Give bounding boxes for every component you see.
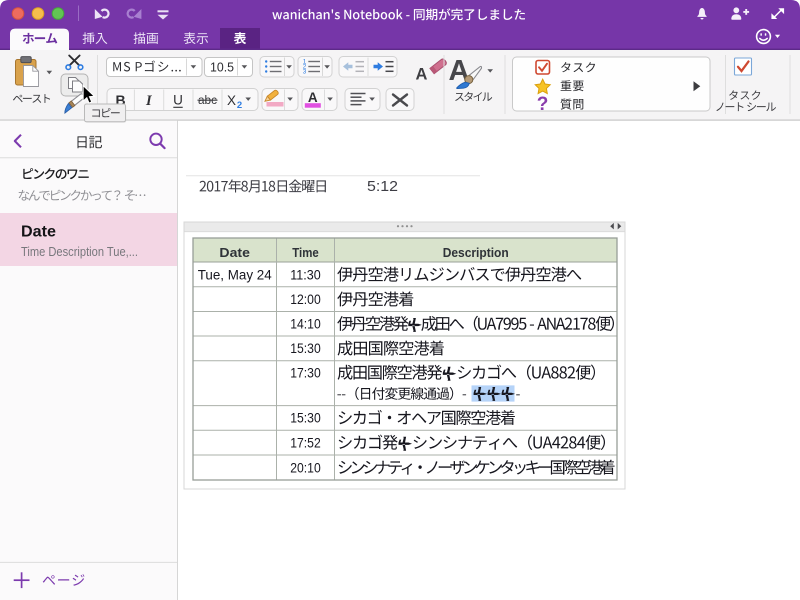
svg-text:A: A <box>308 90 318 105</box>
svg-text:14:10: 14:10 <box>290 317 321 332</box>
svg-text:15:30: 15:30 <box>290 341 321 356</box>
svg-text:Description: Description <box>443 245 509 260</box>
svg-text:A: A <box>416 66 428 84</box>
svg-text:2: 2 <box>237 100 242 111</box>
svg-text:abc: abc <box>198 95 217 107</box>
svg-text:11:30: 11:30 <box>290 267 321 282</box>
svg-text:5:12: 5:12 <box>367 179 398 195</box>
svg-text:?: ? <box>537 94 549 115</box>
svg-text:20:10: 20:10 <box>290 460 321 475</box>
svg-text:Time Description Tue,...: Time Description Tue,... <box>21 244 138 259</box>
svg-text:U: U <box>173 93 183 108</box>
svg-text:17:52: 17:52 <box>290 435 321 450</box>
svg-text:Time: Time <box>292 245 319 260</box>
svg-text:15:30: 15:30 <box>290 411 321 426</box>
svg-text:Tue, May 24: Tue, May 24 <box>198 267 272 282</box>
svg-text:Date: Date <box>21 224 56 241</box>
svg-text:Date: Date <box>219 245 250 260</box>
svg-text:X: X <box>227 93 236 108</box>
svg-text:3: 3 <box>303 69 307 76</box>
svg-text:10.5: 10.5 <box>210 60 234 74</box>
svg-text:12:00: 12:00 <box>290 292 321 307</box>
svg-text:17:30: 17:30 <box>290 365 321 380</box>
